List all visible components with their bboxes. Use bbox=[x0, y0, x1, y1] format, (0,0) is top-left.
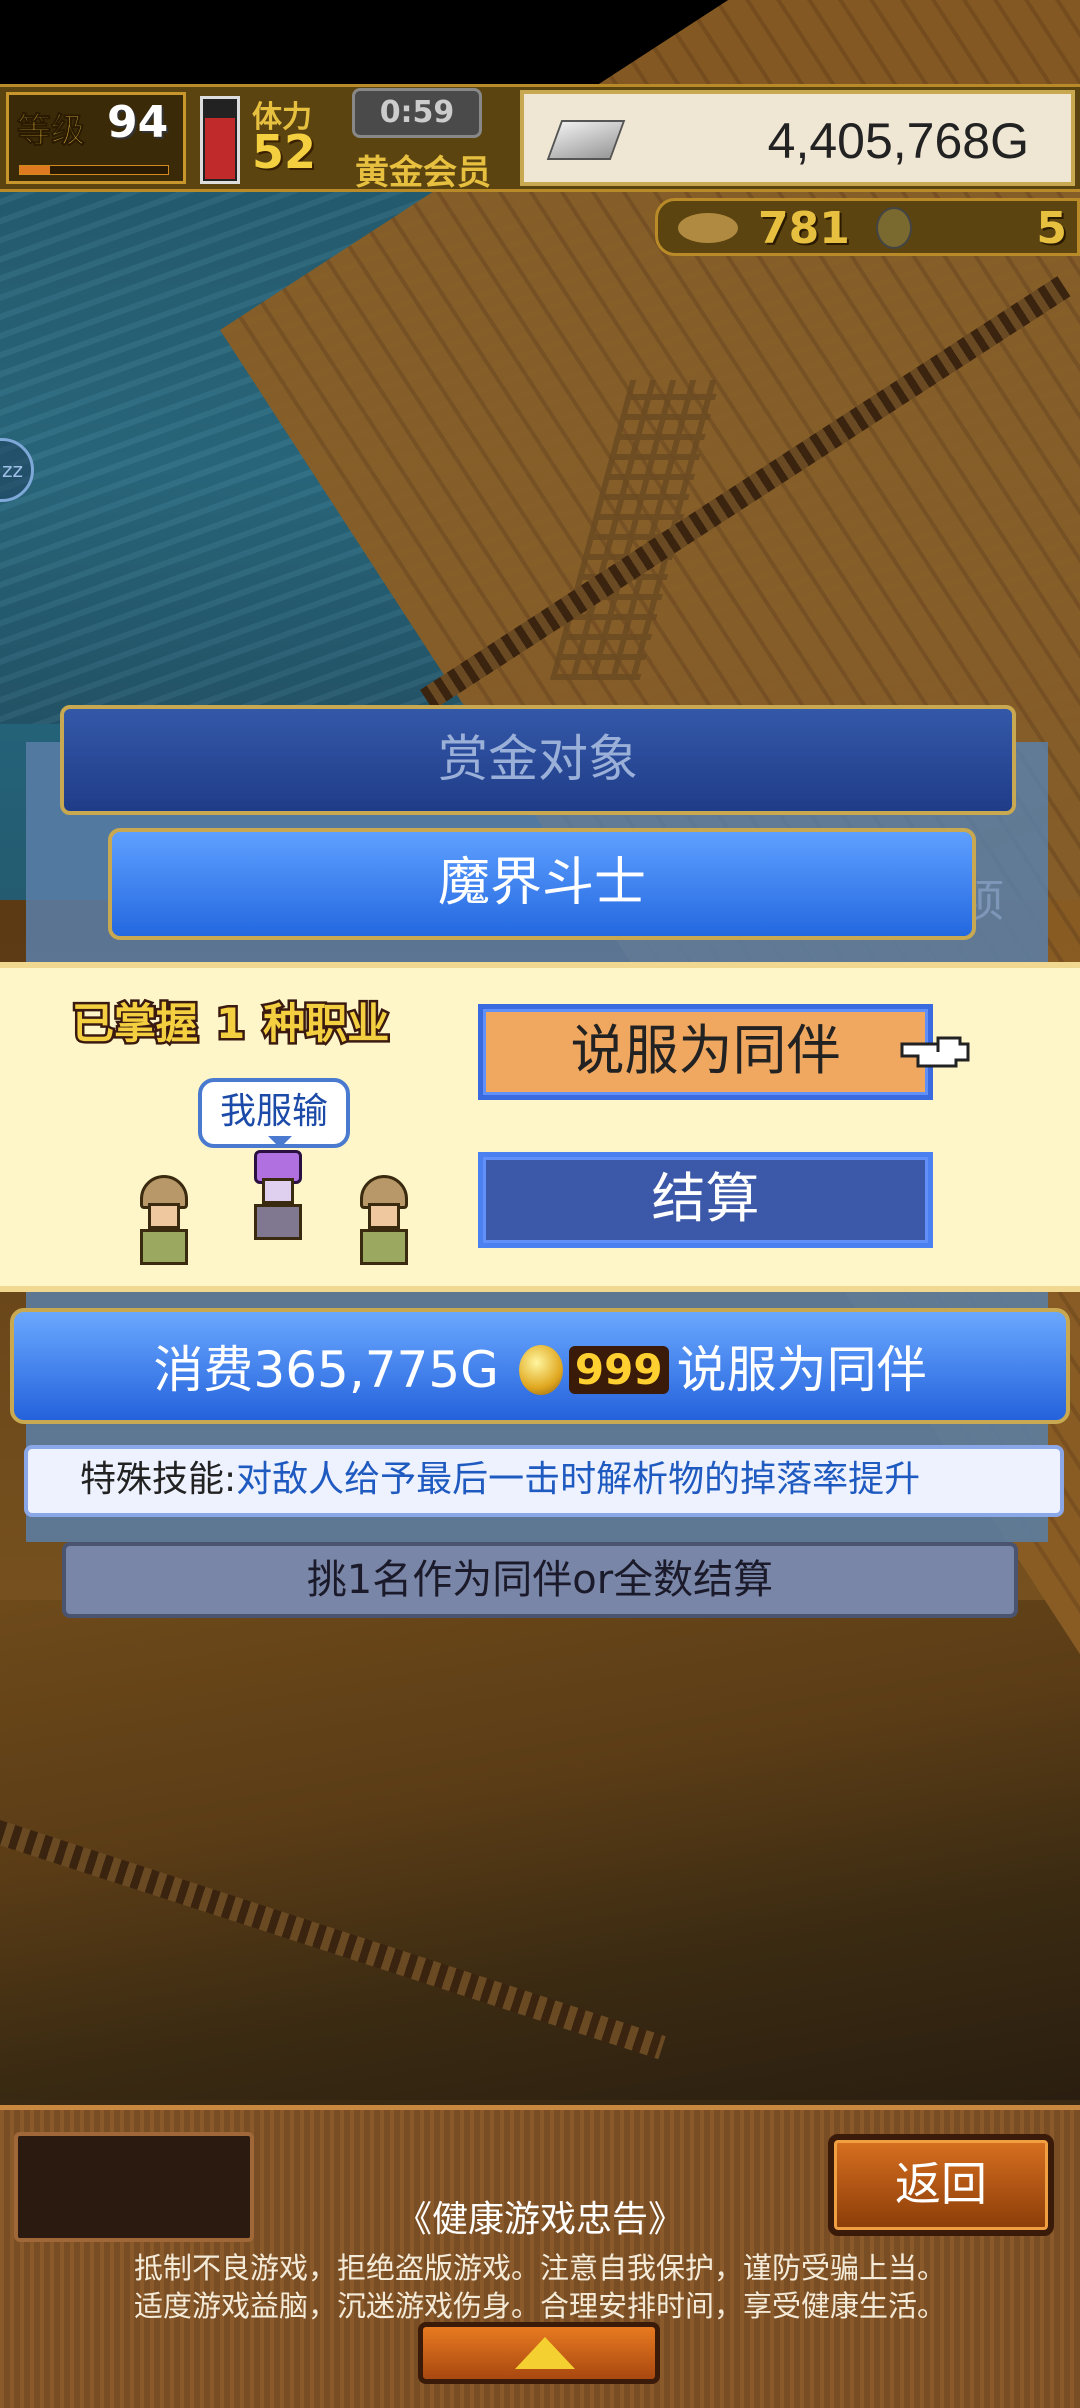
membership-badge[interactable]: 黄金会员 bbox=[355, 145, 491, 194]
special-skill: 特殊技能:对敌人给予最后一击时解析物的掉落率提升 bbox=[24, 1445, 1064, 1517]
cost-suffix: 说服为同伴 bbox=[676, 1340, 927, 1399]
stamina-timer: 0:59 bbox=[352, 88, 482, 138]
pointing-hand-icon bbox=[900, 1036, 970, 1068]
health-notice-line2: 适度游戏益脑，沉迷游戏伤身。合理安排时间，享受健康生活。 bbox=[133, 2289, 946, 2323]
mastered-suffix: 种职业 bbox=[261, 997, 392, 1051]
gold-coin-icon bbox=[518, 1344, 563, 1395]
arrow-up-icon bbox=[515, 2337, 575, 2369]
health-notice-line1: 抵制不良游戏，拒绝盗版游戏。注意自我保护，谨防受骗上当。 bbox=[133, 2251, 946, 2285]
level-box: 等级 94 bbox=[6, 92, 186, 184]
mastered-count: 1 bbox=[213, 997, 247, 1051]
cost-prefix: 消费365,775G bbox=[153, 1340, 499, 1399]
recruit-button[interactable]: 说服为同伴 bbox=[478, 1004, 933, 1100]
fish-icon bbox=[678, 213, 738, 243]
coin-count: 999 bbox=[568, 1345, 669, 1394]
stamina-gauge bbox=[200, 96, 240, 184]
deck-lower bbox=[0, 1600, 1080, 2100]
game-screen: 等级 94 体力 52 0:59 黄金会员 4,405,768G 781 5 z… bbox=[0, 0, 1080, 2408]
expand-up-button[interactable] bbox=[418, 2322, 660, 2384]
bounty-title: 赏金对象 bbox=[60, 705, 1016, 815]
level-label: 等级 bbox=[17, 111, 86, 152]
level-value: 94 bbox=[107, 97, 169, 148]
mastered-jobs: 已掌握 1 种职业 bbox=[69, 990, 407, 1051]
demon-fighter-sprite bbox=[244, 1150, 312, 1242]
stamina-value: 52 bbox=[252, 125, 317, 179]
health-notice-title: 《健康游戏忠告》 bbox=[395, 2199, 684, 2240]
enemy-name: 魔界斗士 bbox=[108, 828, 976, 940]
level-progress-bar bbox=[19, 165, 169, 175]
adventurer-sprite-right bbox=[350, 1175, 418, 1267]
resource-bar: 781 5 bbox=[655, 198, 1080, 256]
money-display: 4,405,768G bbox=[520, 90, 1075, 186]
settle-button[interactable]: 结算 bbox=[478, 1152, 933, 1248]
skill-label: 特殊技能: bbox=[80, 1459, 237, 1500]
skill-description: 对敌人给予最后一击时解析物的掉落率提升 bbox=[236, 1459, 921, 1500]
recruit-cost-button[interactable]: 消费365,775G 999 说服为同伴 bbox=[10, 1308, 1070, 1424]
resource-1-value: 781 bbox=[758, 203, 850, 254]
medal-icon bbox=[876, 207, 912, 249]
mastered-prefix: 已掌握 bbox=[69, 997, 200, 1051]
speech-bubble: 我服输 bbox=[198, 1078, 350, 1148]
resource-2-value: 5 bbox=[1036, 203, 1067, 254]
silver-ingot-icon bbox=[546, 120, 626, 160]
adventurer-sprite-left bbox=[130, 1175, 198, 1267]
money-value: 4,405,768G bbox=[767, 113, 1029, 169]
instruction-hint: 挑1名作为同伴or全数结算 bbox=[62, 1542, 1018, 1618]
